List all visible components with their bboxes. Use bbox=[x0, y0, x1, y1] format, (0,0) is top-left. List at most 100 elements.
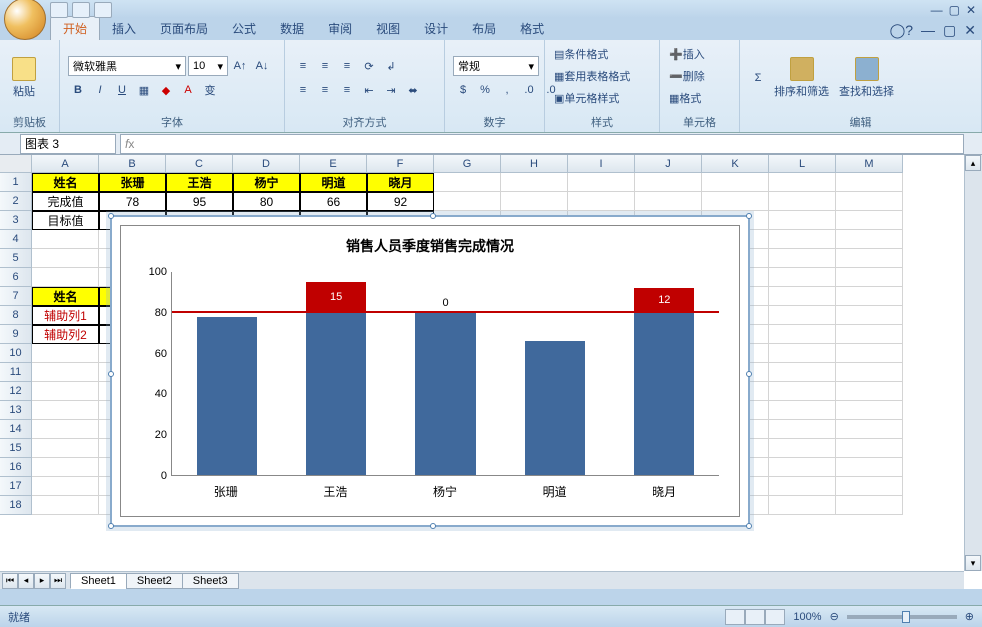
view-pagebreak-icon[interactable] bbox=[765, 609, 785, 625]
cell[interactable] bbox=[769, 173, 836, 192]
cell[interactable] bbox=[769, 363, 836, 382]
office-button[interactable] bbox=[4, 0, 46, 40]
cell[interactable] bbox=[32, 401, 99, 420]
cell[interactable] bbox=[702, 192, 769, 211]
cell-style-button[interactable]: ▣ 单元格样式 bbox=[553, 88, 620, 108]
cell[interactable]: 目标值 bbox=[32, 211, 99, 230]
cell[interactable] bbox=[32, 382, 99, 401]
percent-icon[interactable]: % bbox=[475, 80, 495, 100]
tab-格式[interactable]: 格式 bbox=[508, 17, 556, 40]
tab-页面布局[interactable]: 页面布局 bbox=[148, 17, 220, 40]
cell[interactable] bbox=[769, 230, 836, 249]
table-format-button[interactable]: ▦ 套用表格格式 bbox=[553, 66, 631, 86]
fill-color-button[interactable]: ◆ bbox=[156, 80, 176, 100]
align-bottom-icon[interactable]: ≡ bbox=[337, 56, 357, 76]
cell[interactable] bbox=[769, 268, 836, 287]
paste-button[interactable]: 粘贴 bbox=[8, 55, 40, 101]
row-header[interactable]: 4 bbox=[0, 230, 32, 249]
cell[interactable] bbox=[836, 325, 903, 344]
col-header[interactable]: I bbox=[568, 155, 635, 173]
grow-font-icon[interactable]: A↑ bbox=[230, 56, 250, 76]
doc-close-icon[interactable]: ✕ bbox=[964, 22, 976, 39]
cell[interactable] bbox=[836, 192, 903, 211]
conditional-format-button[interactable]: ▤ 条件格式 bbox=[553, 44, 609, 64]
cell[interactable] bbox=[836, 211, 903, 230]
bar-series2[interactable]: 15 bbox=[306, 282, 366, 312]
cell[interactable]: 晓月 bbox=[367, 173, 434, 192]
orientation-icon[interactable]: ⟳ bbox=[359, 56, 379, 76]
zoom-level[interactable]: 100% bbox=[793, 611, 821, 623]
row-header[interactable]: 7 bbox=[0, 287, 32, 306]
cell[interactable] bbox=[501, 192, 568, 211]
maximize-icon[interactable]: ▢ bbox=[949, 3, 960, 17]
sheet-tab[interactable]: Sheet1 bbox=[70, 573, 127, 589]
minimize-icon[interactable]: — bbox=[931, 3, 943, 17]
tab-数据[interactable]: 数据 bbox=[268, 17, 316, 40]
cell[interactable] bbox=[635, 192, 702, 211]
doc-restore-icon[interactable]: ▢ bbox=[943, 22, 956, 39]
cell[interactable] bbox=[769, 458, 836, 477]
sheet-tab[interactable]: Sheet3 bbox=[182, 573, 239, 589]
ribbon-min-icon[interactable]: — bbox=[921, 22, 935, 39]
indent-dec-icon[interactable]: ⇤ bbox=[359, 80, 379, 100]
col-header[interactable]: A bbox=[32, 155, 99, 173]
cell[interactable] bbox=[769, 344, 836, 363]
tab-next-icon[interactable]: ▸ bbox=[34, 573, 50, 589]
cell[interactable] bbox=[635, 173, 702, 192]
tab-last-icon[interactable]: ⏭ bbox=[50, 573, 66, 589]
target-line[interactable] bbox=[172, 311, 719, 313]
qat-save-icon[interactable] bbox=[50, 2, 68, 18]
row-header[interactable]: 15 bbox=[0, 439, 32, 458]
bar-series1[interactable]: 0 bbox=[415, 313, 475, 475]
cell[interactable] bbox=[836, 496, 903, 515]
cell[interactable]: 王浩 bbox=[166, 173, 233, 192]
cell[interactable] bbox=[769, 477, 836, 496]
col-header[interactable]: E bbox=[300, 155, 367, 173]
view-normal-icon[interactable] bbox=[725, 609, 745, 625]
underline-button[interactable]: U bbox=[112, 80, 132, 100]
cell[interactable]: 92 bbox=[367, 192, 434, 211]
tab-开始[interactable]: 开始 bbox=[50, 16, 100, 40]
align-right-icon[interactable]: ≡ bbox=[337, 80, 357, 100]
autosum-icon[interactable]: Σ bbox=[748, 68, 768, 88]
cell[interactable]: 辅助列2 bbox=[32, 325, 99, 344]
cell[interactable] bbox=[769, 192, 836, 211]
bar-series1[interactable]: 15 bbox=[306, 313, 366, 475]
comma-icon[interactable]: , bbox=[497, 80, 517, 100]
cell[interactable] bbox=[836, 173, 903, 192]
cell[interactable]: 辅助列1 bbox=[32, 306, 99, 325]
bar-series1[interactable] bbox=[197, 317, 257, 475]
cell[interactable] bbox=[836, 420, 903, 439]
font-name-combo[interactable]: 微软雅黑▾ bbox=[68, 56, 186, 76]
phonetic-button[interactable]: 变 bbox=[200, 80, 220, 100]
tab-first-icon[interactable]: ⏮ bbox=[2, 573, 18, 589]
row-header[interactable]: 12 bbox=[0, 382, 32, 401]
merge-button[interactable]: ⬌ bbox=[403, 80, 423, 100]
select-all-button[interactable] bbox=[0, 155, 32, 173]
col-header[interactable]: G bbox=[434, 155, 501, 173]
zoom-slider[interactable] bbox=[847, 615, 957, 619]
col-header[interactable]: J bbox=[635, 155, 702, 173]
cell[interactable] bbox=[769, 439, 836, 458]
cell[interactable] bbox=[32, 230, 99, 249]
tab-审阅[interactable]: 审阅 bbox=[316, 17, 364, 40]
cell[interactable] bbox=[32, 268, 99, 287]
cell[interactable] bbox=[769, 211, 836, 230]
row-header[interactable]: 8 bbox=[0, 306, 32, 325]
cell[interactable] bbox=[769, 401, 836, 420]
row-header[interactable]: 11 bbox=[0, 363, 32, 382]
cell[interactable] bbox=[769, 287, 836, 306]
name-box[interactable]: 图表 3 bbox=[20, 134, 116, 154]
cell[interactable] bbox=[568, 192, 635, 211]
currency-icon[interactable]: $ bbox=[453, 80, 473, 100]
chart-object[interactable]: 销售人员季度销售完成情况 020406080100 15012 张珊王浩杨宁明道… bbox=[110, 215, 750, 527]
cell[interactable] bbox=[769, 325, 836, 344]
row-header[interactable]: 14 bbox=[0, 420, 32, 439]
cell[interactable] bbox=[769, 306, 836, 325]
cell[interactable] bbox=[32, 458, 99, 477]
bold-button[interactable]: B bbox=[68, 80, 88, 100]
scroll-down-icon[interactable]: ▾ bbox=[965, 555, 981, 571]
row-header[interactable]: 18 bbox=[0, 496, 32, 515]
cell[interactable] bbox=[836, 439, 903, 458]
row-header[interactable]: 9 bbox=[0, 325, 32, 344]
